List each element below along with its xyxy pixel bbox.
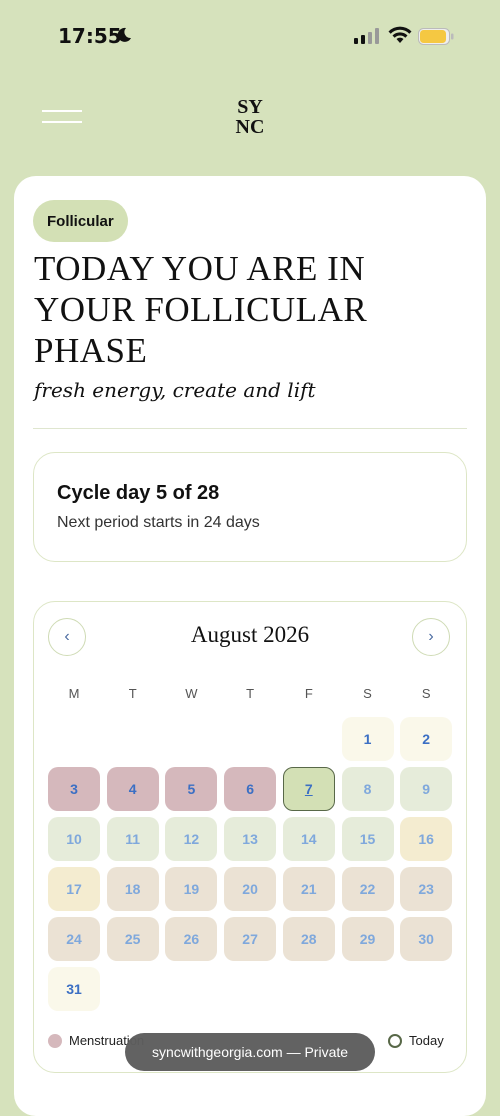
calendar-day[interactable]: 27 [224,917,277,961]
calendar-day[interactable]: 29 [341,917,394,961]
month-title: August 2026 [190,622,310,647]
calendar-day[interactable]: 26 [165,917,218,961]
calendar-day[interactable]: 3 [48,767,100,811]
status-bar: 17:55 [0,0,500,72]
calendar-day[interactable]: 28 [282,917,335,961]
wifi-icon [388,26,412,43]
calendar-day[interactable]: 15 [341,817,394,861]
browser-url-pill[interactable]: syncwithgeorgia.com — Private [125,1033,375,1071]
calendar-day[interactable]: 22 [341,867,394,911]
cycle-day-title: Cycle day 5 of 28 [57,482,220,504]
calendar-day[interactable]: 4 [106,767,159,811]
calendar-day[interactable]: 24 [48,917,100,961]
battery-icon [418,28,454,45]
legend-today-label: Today [409,1033,444,1048]
menstruation-dot-icon [48,1033,62,1048]
calendar-day[interactable]: 31 [48,967,100,1011]
calendar-day[interactable]: 12 [165,817,218,861]
next-month-button[interactable]: › [412,618,450,656]
calendar-day[interactable]: 9 [400,767,453,811]
calendar-day[interactable]: 2 [400,717,453,761]
svg-text:NC: NC [236,116,265,136]
next-period-text: Next period starts in 24 days [57,514,260,531]
cycle-summary-card: Cycle day 5 of 28 Next period starts in … [33,452,467,562]
calendar-day[interactable]: 10 [48,817,100,861]
sync-logo[interactable]: SY NC [228,94,272,136]
calendar-day[interactable]: 25 [106,917,159,961]
calendar-day[interactable]: 5 [165,767,218,811]
today-ring-icon [388,1033,402,1048]
calendar-day[interactable]: 23 [400,867,453,911]
divider [33,428,467,429]
weekday-label: F [304,686,313,701]
hamburger-menu-icon[interactable] [42,108,82,124]
phase-headline: TODAY YOU ARE IN YOUR FOLLICULAR PHASE [34,249,368,370]
calendar-day[interactable]: 18 [106,867,159,911]
calendar-day[interactable]: 6 [224,767,277,811]
main-card: Follicular TODAY YOU ARE IN YOUR FOLLICU… [14,176,486,1116]
signal-icon [354,28,379,44]
calendar-day[interactable]: 19 [165,867,218,911]
calendar-day[interactable]: 16 [400,817,453,861]
phase-badge: Follicular [33,200,128,242]
calendar-day[interactable]: 21 [282,867,335,911]
phase-tagline: fresh energy, create and lift [34,378,316,402]
weekday-label: S [421,686,431,701]
weekday-label: T [246,686,255,701]
weekday-label: T [128,686,137,701]
calendar-day[interactable]: 17 [48,867,100,911]
calendar: ‹ August 2026 › MTWTFSS 1 2 3 4 5 6 7 8 9 10 11 12 1… [33,601,467,1073]
svg-text:SY: SY [237,96,263,118]
weekday-label: S [363,686,372,701]
calendar-day[interactable]: 20 [224,867,277,911]
legend-today: Today [388,1033,444,1048]
calendar-day[interactable]: 30 [400,917,453,961]
calendar-day[interactable]: 11 [106,817,159,861]
calendar-day[interactable]: 8 [341,767,394,811]
weekday-label: M [68,686,80,701]
moon-icon [117,27,131,42]
status-time: 17:55 [58,24,122,48]
weekday-label: W [185,686,198,701]
calendar-day[interactable]: 1 [341,717,394,761]
calendar-day[interactable]: 7 [282,767,335,811]
calendar-day[interactable]: 13 [224,817,277,861]
calendar-day[interactable]: 14 [282,817,335,861]
